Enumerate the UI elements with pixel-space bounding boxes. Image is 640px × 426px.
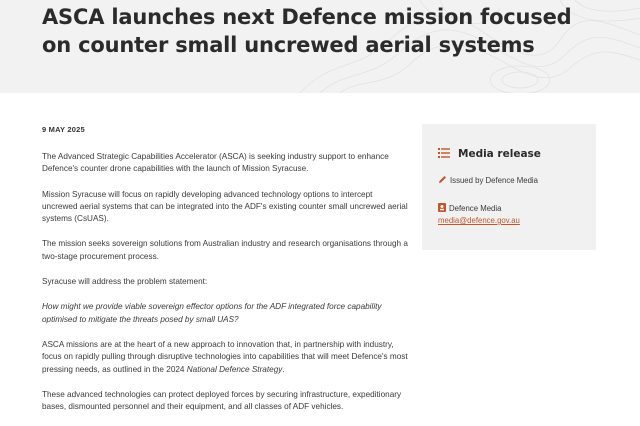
problem-statement: How might we provide viable sovereign ef… xyxy=(42,301,410,326)
article-body: The Advanced Strategic Capabilities Acce… xyxy=(42,151,410,426)
page-header: ASCA launches next Defence mission focus… xyxy=(0,0,640,93)
article-paragraph: Mission Syracuse will focus on rapidly d… xyxy=(42,189,408,224)
article-paragraph: Syracuse will address the problem statem… xyxy=(42,277,208,287)
article-paragraph: ASCA missions are at the heart of a new … xyxy=(42,339,410,376)
problem-statement-text: How might we provide viable sovereign ef… xyxy=(42,302,382,324)
contact-email-link[interactable]: media@defence.gov.au xyxy=(438,216,520,225)
article-paragraph: The mission seeks sovereign solutions fr… xyxy=(42,239,408,261)
issued-by-label: Issued by Defence Media xyxy=(450,176,538,185)
contact-card-icon xyxy=(438,203,446,214)
media-release-panel: Media release Issued by Defence Media De… xyxy=(422,124,596,250)
strategy-title: National Defence Strategy xyxy=(186,364,283,374)
article-paragraph: The Advanced Strategic Capabilities Acce… xyxy=(42,152,389,174)
issued-by-row: Issued by Defence Media xyxy=(438,175,538,186)
media-release-heading: Media release xyxy=(438,145,541,163)
media-release-title: Media release xyxy=(458,148,541,160)
contact-name: Defence Media xyxy=(449,204,502,213)
article-paragraph: These advanced technologies can protect … xyxy=(42,389,402,412)
page-title: ASCA launches next Defence mission focus… xyxy=(42,5,572,57)
sentence-end: . xyxy=(282,364,285,374)
publish-date: 9 MAY 2025 xyxy=(42,125,85,134)
pencil-icon xyxy=(438,175,447,186)
contact-row: Defence Media xyxy=(438,203,501,214)
list-icon xyxy=(438,145,450,163)
